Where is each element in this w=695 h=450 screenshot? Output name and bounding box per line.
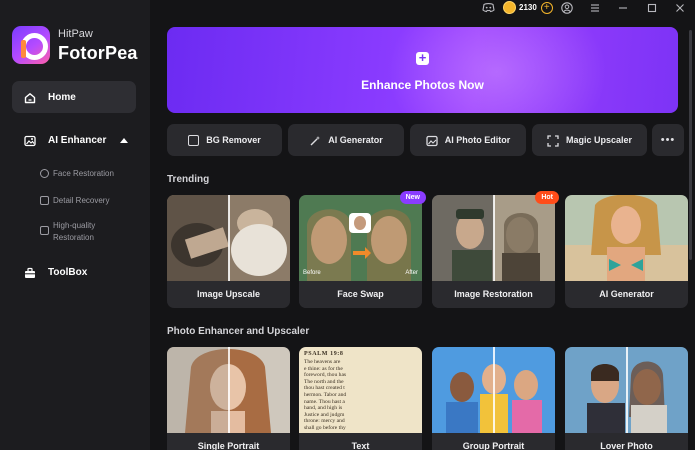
magic-wand-icon (309, 134, 321, 146)
sidebar-item-ai-enhancer[interactable]: AI Enhancer (12, 126, 136, 154)
toolbox-icon (24, 266, 36, 278)
face-icon (40, 169, 49, 178)
sidebar-subitem-high-quality-restoration[interactable]: High-quality Restoration (40, 220, 145, 244)
coin-count: 2130 (519, 3, 537, 12)
detail-icon (40, 196, 49, 205)
new-badge: New (399, 191, 426, 204)
card-thumbnail: PSALM 19:8 The heavens are e thine: as f… (299, 347, 422, 433)
sidebar-item-home[interactable]: Home (12, 81, 136, 113)
card-image-upscale[interactable]: Image Upscale (167, 195, 290, 308)
card-label: Single Portrait (197, 441, 260, 450)
compare-divider (228, 195, 230, 281)
bg-remover-button[interactable]: BG Remover (167, 124, 282, 156)
text-line: hand, and high is (304, 405, 343, 412)
text-line: The north and the (304, 378, 344, 385)
home-icon (24, 91, 36, 104)
card-image-restoration[interactable]: Image Restoration Hot (432, 191, 559, 308)
text-line: Justice and judgm (304, 411, 345, 418)
coin-icon (503, 1, 516, 14)
sidebar-item-toolbox[interactable]: ToolBox (12, 258, 136, 286)
sidebar-item-label: Home (48, 91, 76, 103)
card-label: Image Upscale (196, 289, 261, 299)
sidebar-subitem-detail-recovery[interactable]: Detail Recovery (40, 195, 145, 207)
photo-editor-icon (426, 134, 438, 147)
tool-label: AI Photo Editor (444, 135, 511, 145)
ai-generator-button[interactable]: AI Generator (288, 124, 404, 156)
text-line: shall go before thy (304, 424, 346, 431)
collapse-caret-icon[interactable] (120, 137, 129, 143)
sidebar-item-label: AI Enhancer (48, 134, 107, 146)
sidebar-subitem-label: High-quality Restoration (53, 221, 96, 242)
text-line: The heavens are (304, 359, 341, 365)
text-line: hermon. Tabor and (304, 391, 347, 398)
card-label: Face Swap (337, 289, 384, 299)
maximize-icon[interactable] (646, 2, 658, 14)
upscale-icon (547, 134, 559, 147)
compare-divider (493, 195, 495, 281)
tool-label: BG Remover (206, 135, 261, 145)
sidebar-subitem-label: Detail Recovery (53, 196, 110, 205)
coin-balance[interactable]: 2130 + (503, 0, 553, 15)
card-face-swap[interactable]: Before After Face Swap New (299, 191, 426, 308)
enhance-photos-button[interactable]: + Enhance Photos Now (167, 27, 678, 113)
text-sample-heading: PSALM 19:8 (304, 351, 344, 357)
magic-upscaler-button[interactable]: Magic Upscaler (532, 124, 647, 156)
card-label: Image Restoration (454, 289, 533, 299)
text-line: thou hast created t (304, 385, 345, 392)
card-thumbnail (565, 195, 688, 281)
section-title-enhancer: Photo Enhancer and Upscaler (167, 326, 310, 337)
section-title-trending: Trending (167, 174, 210, 185)
card-label: Group Portrait (462, 441, 525, 450)
more-tools-button[interactable]: ••• (652, 124, 684, 156)
brand-top: HitPaw (58, 27, 93, 40)
sidebar-item-label: ToolBox (48, 266, 88, 278)
title-bar: 2130 + (150, 0, 695, 16)
text-line: name. Thou hast a (304, 398, 345, 405)
text-line: foreword, thou has (304, 372, 347, 379)
add-coins-icon[interactable]: + (540, 1, 553, 14)
tool-label: Magic Upscaler (565, 135, 633, 145)
scrollbar-thumb[interactable] (689, 30, 692, 260)
minimize-icon[interactable] (617, 2, 629, 14)
app-logo: HitPaw FotorPea (12, 26, 138, 64)
sidebar-subitem-label: Face Restoration (53, 169, 114, 178)
brand-name: FotorPea (58, 42, 138, 63)
plus-icon: + (416, 51, 429, 65)
card-single-portrait[interactable]: Single Portrait (167, 347, 290, 450)
card-label: Lover Photo (600, 441, 653, 450)
compare-divider (228, 347, 230, 433)
card-label: AI Generator (599, 289, 654, 299)
sidebar-subitem-face-restoration[interactable]: Face Restoration (40, 168, 145, 180)
card-ai-generator[interactable]: AI Generator (565, 195, 688, 308)
fotorpea-logo-icon (12, 26, 50, 64)
compare-divider (493, 347, 495, 433)
card-text[interactable]: PSALM 19:8 The heavens are e thine: as f… (299, 347, 422, 450)
menu-icon[interactable] (589, 2, 601, 14)
card-group-portrait[interactable]: Group Portrait (432, 347, 555, 450)
quality-icon (40, 226, 49, 235)
text-line: throne: mercy and (304, 418, 345, 425)
text-sample-lines: The heavens are e thine: as for the fore… (304, 359, 417, 432)
discord-icon[interactable] (482, 2, 495, 14)
tool-label: AI Generator (328, 135, 383, 145)
more-icon: ••• (660, 134, 676, 146)
hero-label: Enhance Photos Now (361, 78, 484, 92)
card-lover-photo[interactable]: Lover Photo (565, 347, 688, 450)
card-thumbnail (299, 195, 422, 281)
card-label: Text (351, 441, 370, 450)
sidebar: HitPaw FotorPea Home AI Enhancer Face Re… (0, 0, 150, 450)
image-enhance-icon (24, 134, 36, 147)
account-icon[interactable] (561, 2, 573, 14)
ai-photo-editor-button[interactable]: AI Photo Editor (410, 124, 526, 156)
close-icon[interactable] (674, 2, 686, 14)
compare-divider (626, 347, 628, 433)
bg-remover-icon (188, 134, 200, 146)
hot-badge: Hot (535, 191, 559, 204)
